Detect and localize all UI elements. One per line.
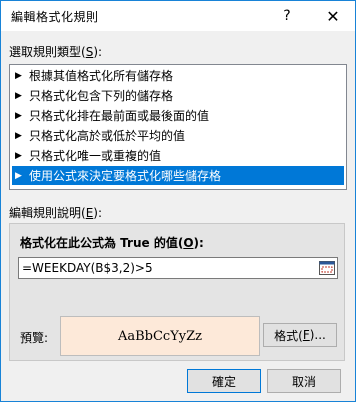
ok-button[interactable]: 確定 — [187, 369, 261, 393]
edit-formatting-rule-dialog: 編輯格式化規則 ? ✕ 選取規則類型(S): ▶ 根據其值格式化所有儲存格 ▶ … — [0, 0, 356, 402]
format-button[interactable]: 格式(F)... — [263, 323, 337, 347]
cancel-button[interactable]: 取消 — [267, 369, 341, 393]
preview-label: 預覽: — [20, 331, 49, 345]
rule-type-item[interactable]: ▶ 只格式化唯一或重複的值 — [12, 146, 344, 165]
rule-type-label: 選取規則類型(S): — [9, 45, 103, 59]
close-button[interactable]: ✕ — [313, 1, 353, 31]
triangle-right-icon: ▶ — [15, 130, 22, 141]
formula-label: 格式化在此公式為 True 的值(O): — [20, 236, 204, 250]
rule-description-label: 編輯規則說明(E): — [9, 206, 103, 220]
triangle-right-icon: ▶ — [15, 110, 22, 121]
range-select-icon — [319, 261, 335, 275]
rule-type-item-selected[interactable]: ▶ 使用公式來決定要格式化哪些儲存格 — [12, 166, 344, 185]
triangle-right-icon: ▶ — [15, 150, 22, 161]
close-icon: ✕ — [326, 6, 340, 26]
help-button[interactable]: ? — [267, 1, 307, 31]
collapse-dialog-button[interactable] — [318, 260, 336, 276]
title-bar: 編輯格式化規則 ? ✕ — [1, 1, 355, 31]
rule-type-item[interactable]: ▶ 只格式化高於或低於平均的值 — [12, 126, 344, 145]
format-preview: AaBbCcYyZz — [60, 316, 260, 356]
rule-type-list[interactable]: ▶ 根據其值格式化所有儲存格 ▶ 只格式化包含下列的儲存格 ▶ 只格式化排在最前… — [9, 64, 347, 190]
triangle-right-icon: ▶ — [15, 90, 22, 101]
rule-type-item-label: 根據其值格式化所有儲存格 — [29, 69, 174, 83]
triangle-right-icon: ▶ — [15, 70, 22, 81]
rule-type-item[interactable]: ▶ 根據其值格式化所有儲存格 — [12, 66, 344, 85]
rule-type-item-label: 只格式化排在最前面或最後面的值 — [29, 109, 210, 123]
rule-type-item[interactable]: ▶ 只格式化排在最前面或最後面的值 — [12, 106, 344, 125]
triangle-right-icon: ▶ — [15, 170, 22, 181]
help-icon: ? — [283, 8, 291, 24]
rule-type-item-label: 只格式化唯一或重複的值 — [29, 149, 162, 163]
dialog-title: 編輯格式化規則 — [11, 10, 99, 24]
rule-type-item[interactable]: ▶ 只格式化包含下列的儲存格 — [12, 86, 344, 105]
rule-type-item-label: 只格式化高於或低於平均的值 — [29, 129, 186, 143]
formula-input[interactable]: =WEEKDAY(B$3,2)>5 — [18, 257, 338, 279]
rule-type-item-label: 只格式化包含下列的儲存格 — [29, 89, 174, 103]
rule-type-item-label: 使用公式來決定要格式化哪些儲存格 — [29, 169, 222, 183]
